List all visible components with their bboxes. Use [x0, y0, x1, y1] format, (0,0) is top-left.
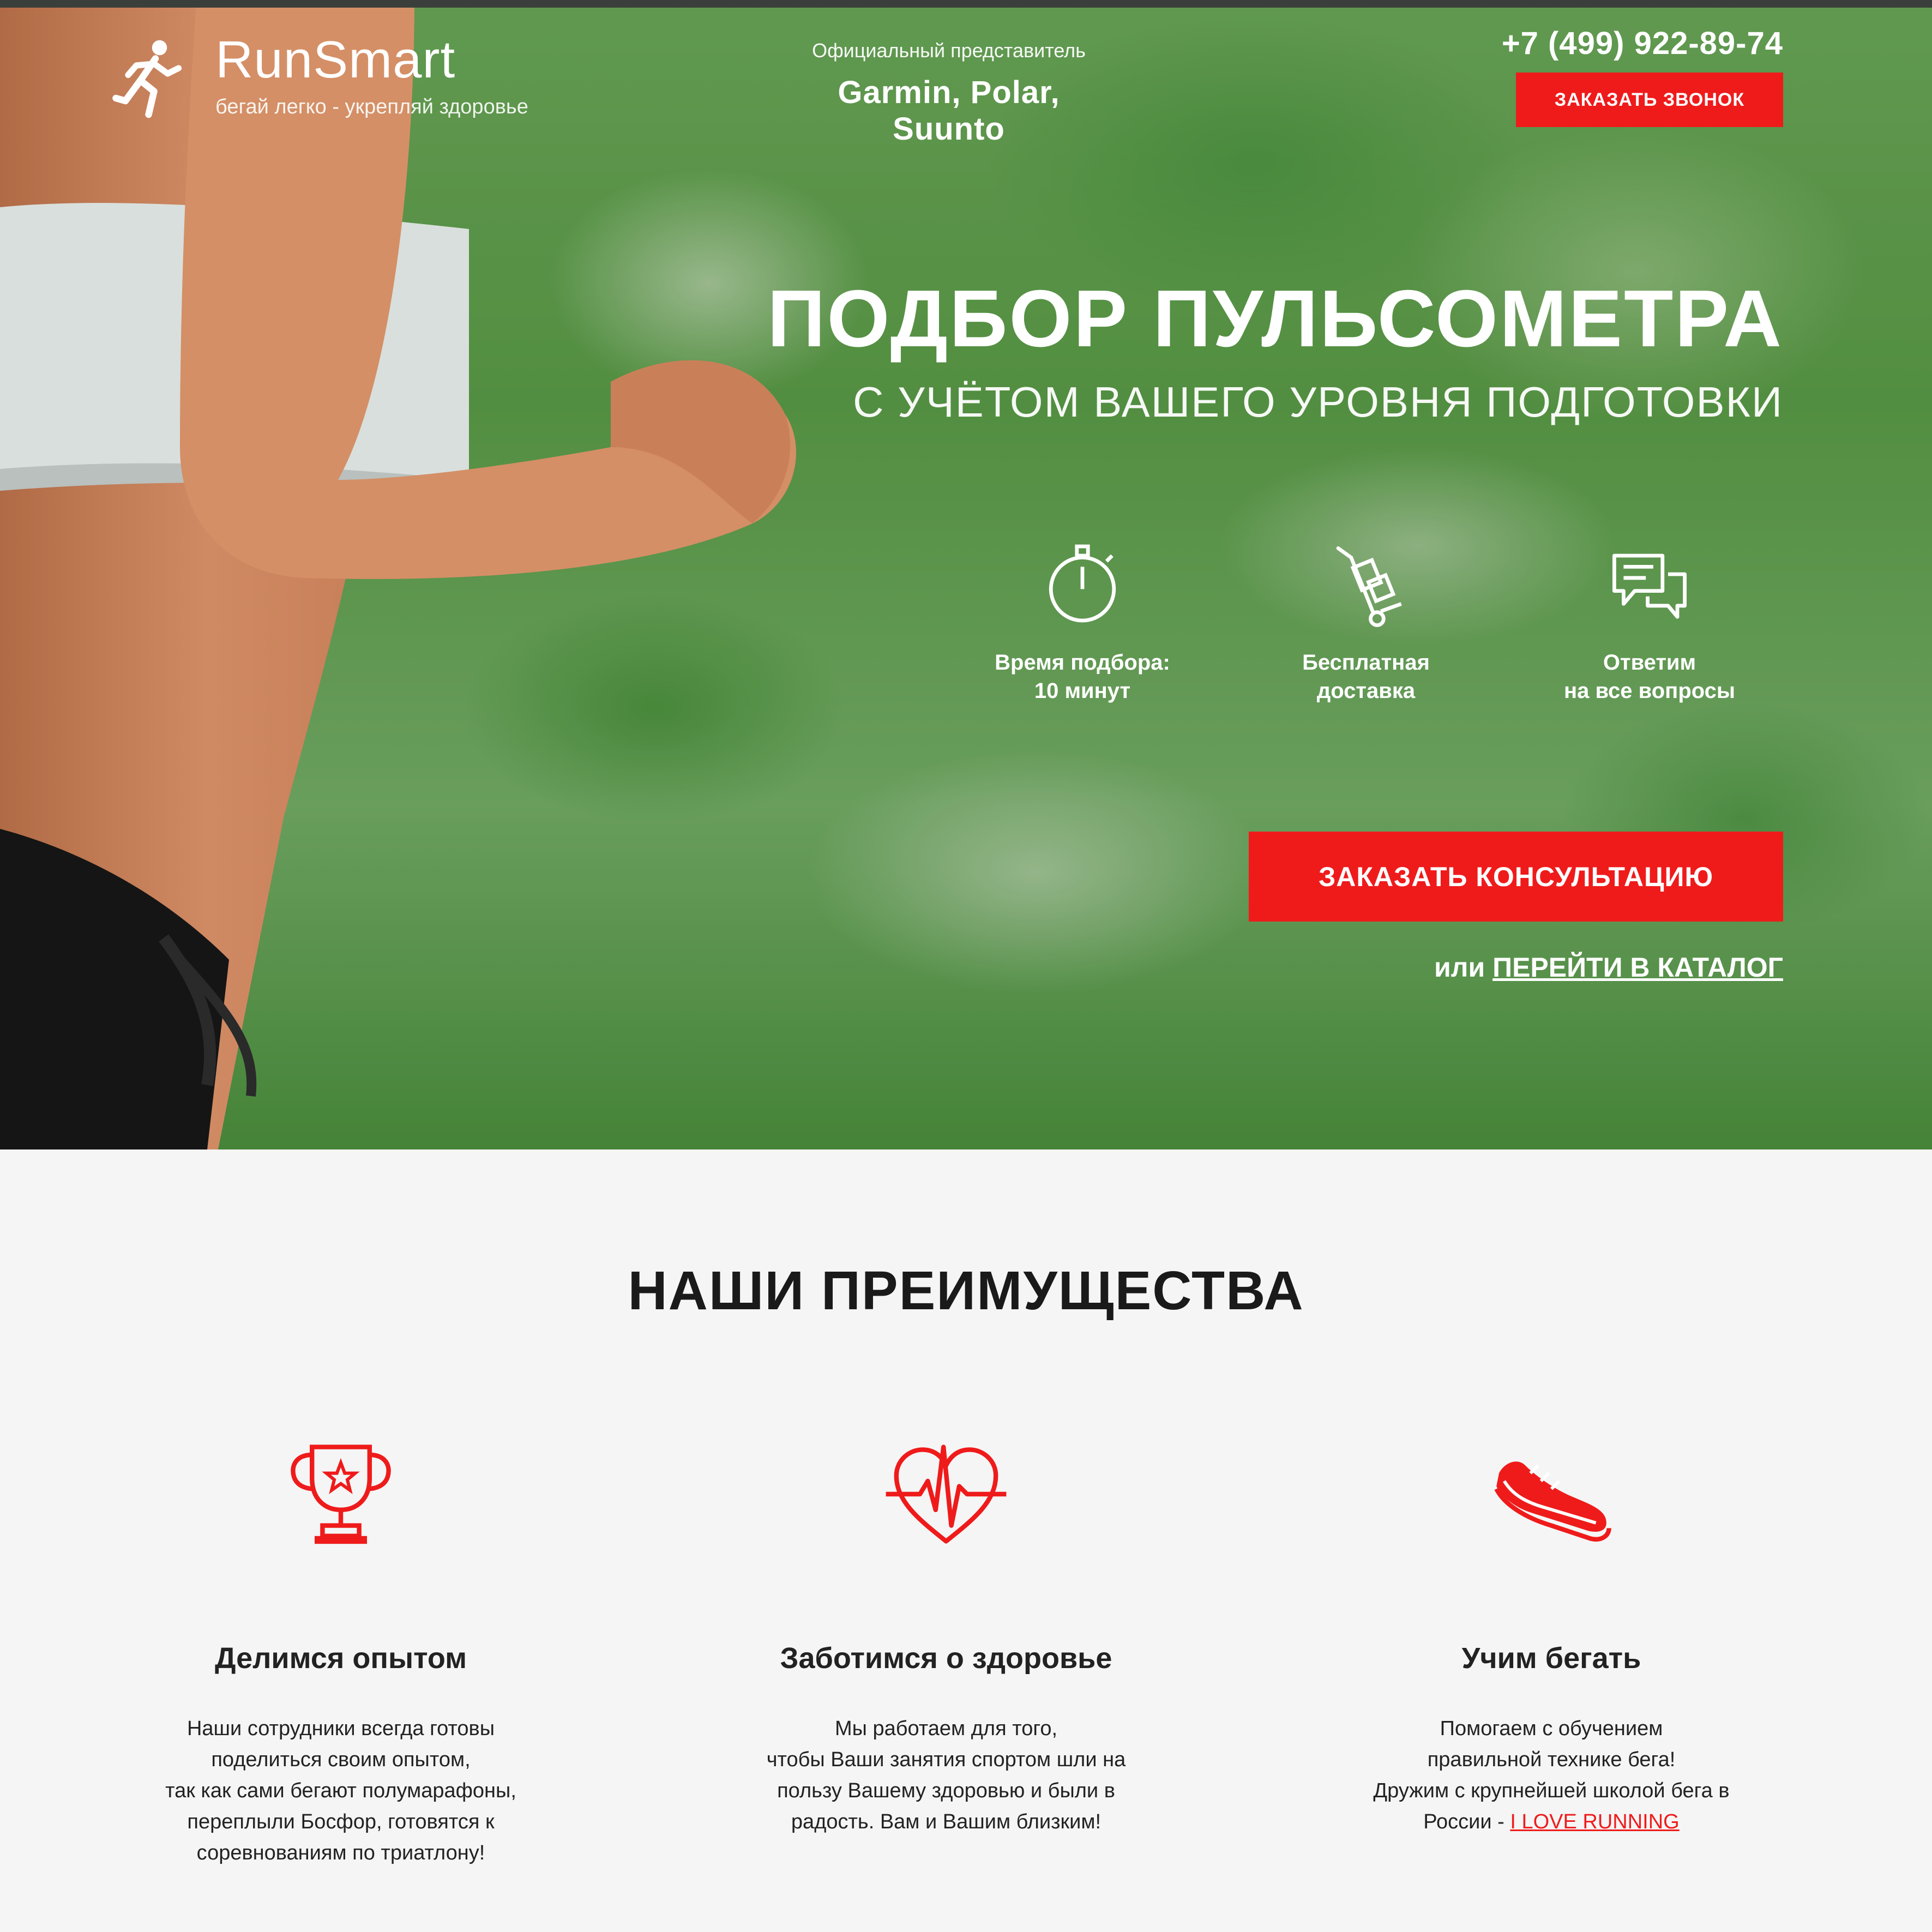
chat-bubbles-icon: [1612, 553, 1687, 619]
advantage-running: Учим бегать Помогаем с обучением правиль…: [1279, 1429, 1824, 1838]
logo-tagline: бегай легко - укрепляй здоровье: [215, 95, 528, 118]
hero-title: ПОДБОР ПУЛЬСОМЕТРА: [767, 274, 1783, 364]
hero-subtitle: С УЧЁТОМ ВАШЕГО УРОВНЯ ПОДГОТОВКИ: [853, 378, 1783, 426]
feature-free-delivery: Бесплатная доставка: [1251, 537, 1480, 705]
advantage-description: Наши сотрудники всегда готовы поделиться…: [165, 1717, 516, 1864]
feature-selection-time: Время подбора: 10 минут: [968, 537, 1197, 705]
advantage-description: Мы работаем для того, чтобы Ваши занятия…: [766, 1717, 1126, 1833]
advantages-title: НАШИ ПРЕИМУЩЕСТВА: [628, 1260, 1304, 1321]
go-to-catalog-link[interactable]: ПЕРЕЙТИ В КАТАЛОГ: [1492, 952, 1783, 983]
runner-logo-icon: [112, 40, 182, 118]
hero-content: RunSmart бегай легко - укрепляй здоровье…: [0, 0, 1932, 1149]
feature-text: Бесплатная доставка: [1302, 651, 1430, 703]
logo[interactable]: RunSmart бегай легко - укрепляй здоровье: [112, 31, 528, 120]
advantage-description: Помогаем с обучением правильной технике …: [1279, 1713, 1824, 1838]
sneaker-icon: [1494, 1461, 1611, 1542]
delivery-cart-icon: [1336, 546, 1402, 627]
callback-button[interactable]: Заказать звонок: [1516, 73, 1783, 127]
official-representative: Официальный представитель Garmin, Polar,…: [780, 39, 1118, 147]
trophy-icon: [291, 1445, 391, 1544]
hero-features: Время подбора: 10 минут Бесплатная доста…: [968, 537, 1797, 733]
advantage-health: Заботимся о здоровье Мы работаем для тог…: [673, 1429, 1219, 1838]
i-love-running-link[interactable]: I LOVE RUNNING: [1510, 1810, 1679, 1833]
hero-section: RunSmart бегай легко - укрепляй здоровье…: [0, 0, 1932, 1149]
official-label: Официальный представитель: [812, 39, 1086, 62]
feature-answers: Ответим на все вопросы: [1535, 537, 1764, 705]
logo-text: RunSmart бегай легко - укрепляй здоровье: [215, 31, 528, 119]
advantage-experience: Делимся опытом Наши сотрудники всегда го…: [68, 1429, 613, 1869]
heart-pulse-icon: [886, 1445, 1007, 1544]
order-consultation-button[interactable]: Заказать консультацию: [1249, 832, 1783, 922]
advantage-heading: Заботимся о здоровье: [780, 1642, 1112, 1675]
phone-number-link[interactable]: +7 (499) 922-89-74: [1502, 25, 1783, 62]
or-text: или: [1434, 952, 1493, 983]
logo-name: RunSmart: [215, 31, 456, 89]
feature-text: Ответим на все вопросы: [1563, 651, 1736, 703]
advantage-heading: Учим бегать: [1461, 1642, 1641, 1675]
feature-text: Время подбора: 10 минут: [995, 651, 1170, 703]
stopwatch-icon: [1049, 544, 1116, 623]
official-brands: Garmin, Polar, Suunto: [838, 75, 1060, 147]
advantage-heading: Делимся опытом: [214, 1642, 467, 1675]
top-strip: [0, 0, 1932, 8]
catalog-line: или ПЕРЕЙТИ В КАТАЛОГ: [1434, 952, 1783, 983]
